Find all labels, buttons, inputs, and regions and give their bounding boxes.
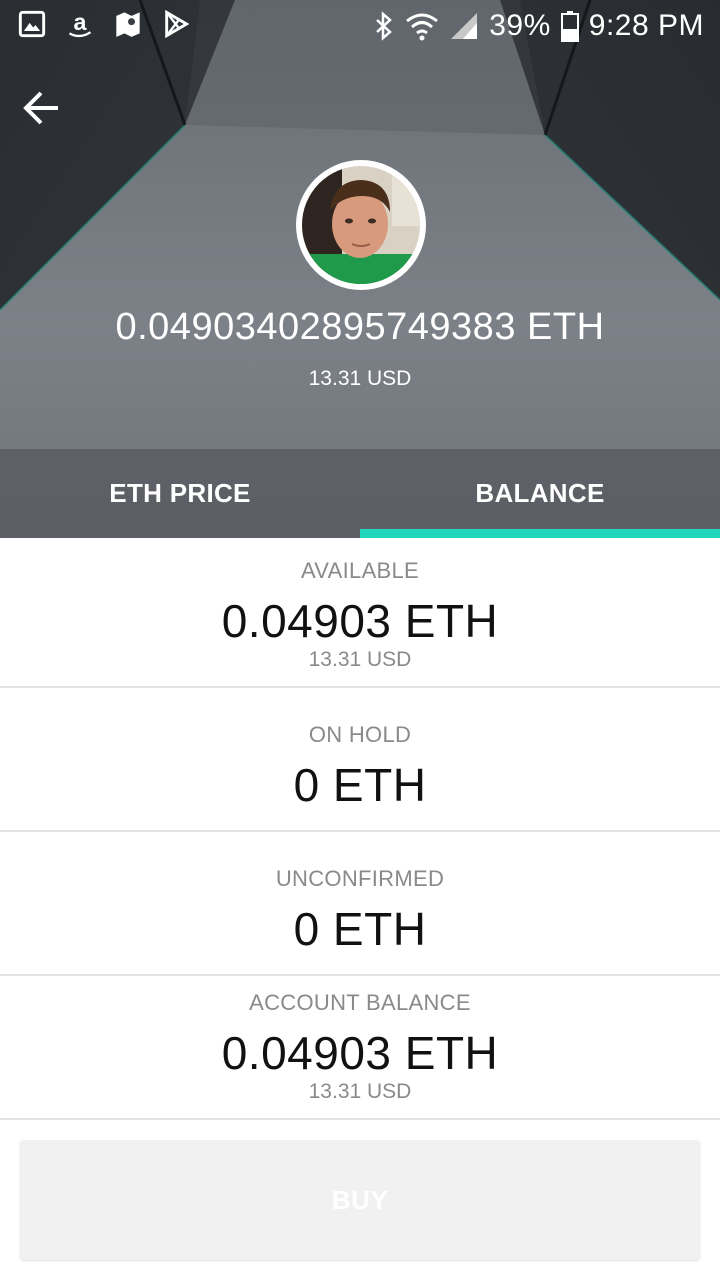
available-label: AVAILABLE (300, 558, 420, 583)
tab-eth-price[interactable]: ETH PRICE (0, 449, 360, 538)
hero-eth-balance: 0.04903402895749383 ETH (115, 306, 605, 348)
account-balance-usd: 13.31 USD (308, 1080, 412, 1103)
back-arrow-icon[interactable] (20, 86, 64, 130)
gallery-icon (18, 10, 46, 38)
account-balance-value: 0.04903 ETH (221, 1027, 499, 1079)
unconfirmed-value: 0 ETH (293, 903, 427, 955)
maps-icon (116, 12, 140, 37)
section-available: AVAILABLE 0.04903 ETH 13.31 USD (0, 538, 720, 688)
wallet-balance-screen: a 39% 9:28 PM 0.04903402895749383 ETH 13… (0, 0, 720, 1280)
clock: 9:28 PM (588, 9, 704, 42)
section-on-hold: ON HOLD 0 ETH (0, 688, 720, 832)
tab-eth-price-label: ETH PRICE (109, 478, 251, 508)
unconfirmed-label: UNCONFIRMED (275, 866, 445, 891)
on-hold-value: 0 ETH (293, 759, 427, 811)
header-hero: a 39% 9:28 PM 0.04903402895749383 ETH 13… (0, 0, 720, 538)
amazon-icon: a (68, 10, 92, 38)
status-bar: a 39% 9:28 PM (0, 0, 720, 52)
signal-icon (451, 13, 478, 39)
tab-balance[interactable]: BALANCE (360, 449, 720, 538)
battery-icon (560, 11, 579, 42)
on-hold-label: ON HOLD (308, 722, 412, 747)
battery-percent: 39% (489, 9, 551, 42)
buy-button[interactable]: BUY (20, 1140, 700, 1260)
avatar (296, 160, 426, 290)
play-store-icon (165, 10, 190, 38)
avatar-photo (302, 166, 420, 284)
available-value: 0.04903 ETH (221, 595, 499, 647)
available-usd: 13.31 USD (308, 648, 412, 671)
svg-text:a: a (74, 10, 88, 35)
tab-balance-label: BALANCE (475, 478, 605, 508)
active-tab-indicator (360, 529, 720, 538)
hero-usd-balance: 13.31 USD (308, 367, 412, 390)
section-unconfirmed: UNCONFIRMED 0 ETH (0, 832, 720, 976)
bluetooth-icon (376, 11, 393, 41)
buy-button-label: BUY (331, 1184, 389, 1215)
tab-bar: ETH PRICE BALANCE (0, 449, 720, 538)
account-balance-label: ACCOUNT BALANCE (249, 990, 471, 1015)
wifi-icon (406, 13, 439, 41)
section-account-balance: ACCOUNT BALANCE 0.04903 ETH 13.31 USD (0, 976, 720, 1120)
